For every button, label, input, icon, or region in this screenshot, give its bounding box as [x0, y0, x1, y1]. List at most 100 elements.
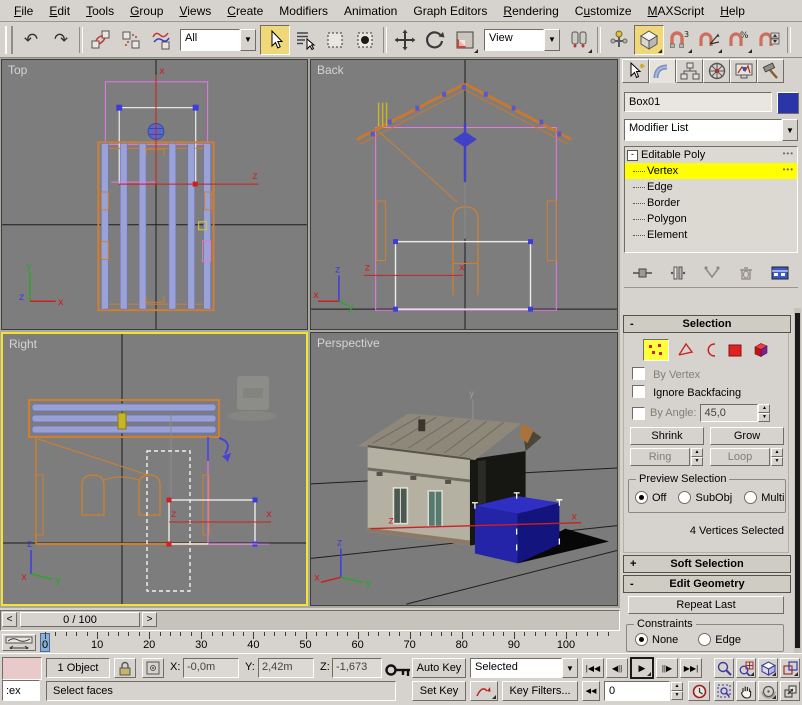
modifier-stack-list[interactable]: -Editable Poly•••Vertex•••EdgeBorderPoly… [624, 146, 798, 253]
stack-item-polygon[interactable]: Polygon [625, 211, 797, 227]
menu-create[interactable]: Create [219, 2, 271, 20]
select-by-name-button[interactable] [290, 25, 320, 55]
object-name-field[interactable]: Box01 [624, 92, 772, 112]
ignore-backfacing-checkbox[interactable] [632, 385, 645, 398]
select-and-scale-button[interactable] [450, 25, 480, 55]
zoom-button[interactable] [714, 658, 734, 678]
bind-to-space-warp-button[interactable] [146, 25, 176, 55]
snaps-toggle-button[interactable] [634, 25, 664, 55]
selection-rollout-header[interactable]: -Selection [623, 315, 791, 333]
menu-graph-editors[interactable]: Graph Editors [405, 2, 495, 20]
stack-item-root[interactable]: -Editable Poly••• [625, 147, 797, 163]
tab-hierarchy[interactable] [676, 59, 703, 83]
time-slider-prev-button[interactable]: < [2, 612, 17, 627]
object-color-swatch[interactable] [777, 92, 799, 114]
key-mode-dropdown[interactable]: Selected ▼ [470, 658, 578, 678]
stack-item-element[interactable]: Element [625, 227, 797, 243]
shrink-button[interactable]: Shrink [630, 427, 704, 445]
coord-system-arrow[interactable]: ▼ [544, 29, 560, 51]
menu-views[interactable]: Views [171, 2, 219, 20]
menu-modifiers[interactable]: Modifiers [271, 2, 336, 20]
ring-button[interactable]: Ring [630, 448, 690, 466]
window-crossing-toggle-button[interactable] [350, 25, 380, 55]
menu-file[interactable]: File [6, 2, 41, 20]
by-angle-checkbox[interactable] [632, 407, 645, 420]
min-max-toggle-button[interactable] [780, 681, 800, 701]
track-bar[interactable]: 0102030405060708090100 [0, 632, 618, 653]
redo-button[interactable]: ↷ [46, 25, 76, 55]
default-tangent-button[interactable] [470, 681, 498, 701]
zoom-extents-all-button[interactable] [780, 658, 800, 678]
menu-customize[interactable]: Customize [567, 2, 640, 20]
by-angle-spinner[interactable]: ▲▼ [758, 404, 770, 422]
arc-rotate-button[interactable] [758, 681, 778, 701]
pan-button[interactable] [736, 681, 756, 701]
repeat-last-button[interactable]: Repeat Last [628, 596, 784, 614]
viewport-back-label[interactable]: Back [317, 63, 344, 77]
stack-item-edge[interactable]: Edge [625, 179, 797, 195]
tab-modify[interactable] [649, 59, 676, 83]
grow-button[interactable]: Grow [710, 427, 784, 445]
modifier-list-dropdown[interactable]: Modifier List ▼ [624, 119, 798, 141]
menu-maxscript[interactable]: MAXScript [640, 2, 713, 20]
ring-spinner[interactable]: ▲▼ [691, 448, 703, 466]
panel-scrollbar[interactable] [794, 308, 801, 653]
viewport-right-canvas[interactable]: z x z x y [3, 334, 306, 604]
toolbar-drag-handle[interactable] [5, 26, 13, 54]
tab-motion[interactable] [703, 59, 730, 83]
zoom-all-button[interactable] [736, 658, 756, 678]
modifier-list-arrow[interactable]: ▼ [782, 119, 798, 141]
select-object-button[interactable] [260, 25, 290, 55]
viewport-perspective[interactable]: y [310, 332, 618, 606]
stack-item-vertex[interactable]: Vertex••• [625, 163, 797, 179]
zoom-region-button[interactable] [714, 681, 734, 701]
z-coordinate-field[interactable]: -1,673 [332, 658, 382, 678]
preview-off-radio[interactable] [635, 491, 648, 504]
selection-lock-toggle[interactable] [114, 658, 136, 678]
select-and-rotate-button[interactable] [420, 25, 450, 55]
by-vertex-checkbox[interactable] [632, 367, 645, 380]
menu-edit[interactable]: Edit [41, 2, 78, 20]
tab-create[interactable] [622, 59, 649, 83]
time-slider-handle[interactable]: 0 / 100 [20, 612, 140, 627]
remove-modifier-button[interactable] [736, 264, 756, 285]
viewport-top-canvas[interactable]: x z y x z [2, 60, 307, 329]
go-to-end-button[interactable]: ▶▶| [680, 658, 702, 678]
constraints-none-radio[interactable] [635, 633, 648, 646]
tab-display[interactable] [730, 59, 757, 83]
selection-filter-arrow[interactable]: ▼ [240, 29, 256, 51]
select-and-link-button[interactable] [86, 25, 116, 55]
zoom-extents-button[interactable] [758, 658, 778, 678]
play-button[interactable]: ▶ [630, 657, 654, 679]
show-end-result-button[interactable] [668, 264, 688, 285]
time-slider-next-button[interactable]: > [142, 612, 157, 627]
configure-modifier-sets-button[interactable] [769, 264, 791, 285]
time-configuration-button[interactable] [688, 681, 710, 701]
go-to-start-button[interactable]: |◀◀ [582, 658, 604, 678]
viewport-back-canvas[interactable]: z x z x y [311, 60, 617, 329]
make-unique-button[interactable] [702, 264, 722, 285]
unlink-selection-button[interactable] [116, 25, 146, 55]
menu-animation[interactable]: Animation [336, 2, 405, 20]
track-bar-ruler[interactable]: 0102030405060708090100 [40, 632, 618, 654]
select-and-manipulate-button[interactable] [604, 25, 634, 55]
percent-snap-button[interactable]: % [724, 25, 754, 55]
menu-group[interactable]: Group [122, 2, 171, 20]
set-key-mode-key[interactable] [384, 660, 412, 683]
pin-stack-button[interactable] [631, 264, 655, 285]
selection-filter-dropdown[interactable]: All ▼ [180, 29, 256, 51]
select-and-move-button[interactable] [390, 25, 420, 55]
edit-geometry-rollout-header[interactable]: -Edit Geometry [623, 575, 791, 593]
use-pivot-center-button[interactable] [564, 25, 594, 55]
spinner-snap-button[interactable] [754, 25, 784, 55]
maxscript-listener-white[interactable]: :ex [2, 680, 40, 701]
reference-coordinate-system-dropdown[interactable]: View ▼ [484, 29, 560, 51]
panel-scrollbar-thumb[interactable] [795, 313, 800, 648]
current-frame-field[interactable]: 0 [604, 681, 670, 701]
y-coordinate-field[interactable]: 2,42m [258, 658, 314, 678]
preview-subobj-radio[interactable] [678, 491, 691, 504]
viewport-right[interactable]: z x z x y Right [1, 332, 308, 606]
tab-utilities[interactable] [757, 59, 784, 83]
open-mini-curve-editor-button[interactable] [2, 634, 36, 651]
viewport-top[interactable]: x z y x z Top [1, 59, 308, 330]
